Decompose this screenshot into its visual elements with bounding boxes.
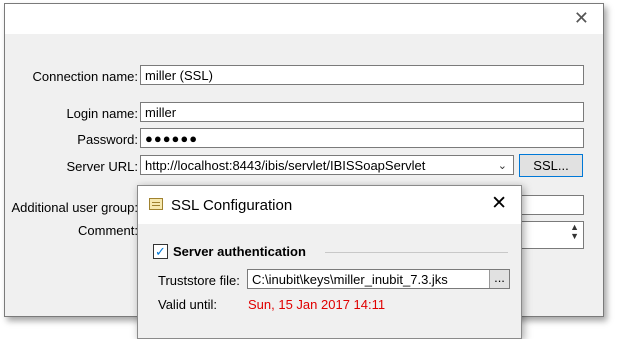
section-divider (325, 252, 508, 253)
valid-until-value: Sun, 15 Jan 2017 14:11 (248, 297, 386, 312)
ssl-dialog-titlebar: SSL Configuration ✕ (138, 186, 521, 224)
password-field[interactable]: ●●●●●● (140, 128, 584, 148)
dialog-icon (149, 198, 163, 210)
server-url-value: http://localhost:8443/ibis/servlet/IBISS… (145, 158, 426, 173)
valid-until-label: Valid until: (158, 297, 218, 312)
browse-button[interactable]: ... (489, 270, 509, 288)
server-url-combo[interactable]: http://localhost:8443/ibis/servlet/IBISS… (140, 155, 514, 175)
server-authentication-checkbox[interactable]: ✓ (153, 244, 168, 259)
connection-name-field[interactable]: miller (SSL) (140, 65, 584, 85)
ssl-dialog-title: SSL Configuration (171, 197, 293, 214)
password-label: Password: (77, 132, 138, 147)
login-name-field[interactable]: miller (140, 102, 584, 122)
login-name-label: Login name: (66, 106, 138, 121)
server-authentication-label: Server authentication (173, 244, 306, 259)
connection-name-label: Connection name: (32, 69, 138, 84)
server-url-label: Server URL: (66, 159, 138, 174)
truststore-value: C:\inubit\keys\miller_inubit_7.3.jks (252, 272, 448, 287)
comment-label: Comment: (78, 223, 138, 238)
additional-user-group-label: Additional user group: (11, 200, 138, 215)
dropdown-chevron-icon[interactable]: ⌄ (498, 156, 507, 174)
checkmark-icon: ✓ (155, 244, 166, 259)
ssl-configuration-dialog: SSL Configuration ✕ ✓ Server authenticat… (137, 185, 522, 339)
close-icon[interactable]: ✕ (574, 9, 589, 27)
dialog-titlebar: ✕ (5, 4, 603, 34)
ssl-button[interactable]: SSL... (519, 154, 583, 177)
truststore-field[interactable]: C:\inubit\keys\miller_inubit_7.3.jks ... (247, 269, 510, 289)
truststore-label: Truststore file: (158, 273, 240, 288)
spinner-icon[interactable]: ▲ ▼ (570, 223, 579, 241)
close-icon[interactable]: ✕ (491, 194, 507, 213)
